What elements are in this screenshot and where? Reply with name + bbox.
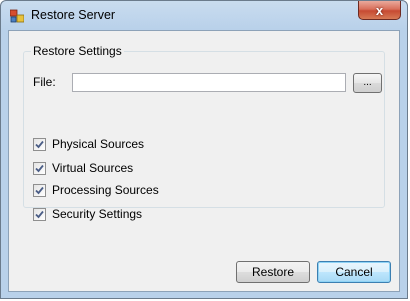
dialog-client-area: Restore Settings File: ... Physical Sour… [8,30,400,292]
processing-sources-label: Processing Sources [52,183,159,197]
security-settings-checkbox[interactable] [33,207,46,221]
browse-button[interactable]: ... [353,73,382,93]
close-icon: x [375,2,384,18]
checkmark-icon [35,140,44,148]
server-app-icon [9,9,25,23]
restore-server-window: Restore Server x Restore Settings File: … [0,0,408,299]
group-legend: Restore Settings [31,44,124,58]
virtual-sources-checkbox[interactable] [33,161,46,175]
restore-settings-group: Restore Settings File: ... Physical Sour… [23,44,385,221]
window-title: Restore Server [31,8,116,22]
security-settings-option[interactable]: Security Settings [33,206,142,222]
virtual-sources-label: Virtual Sources [52,161,134,175]
physical-sources-label: Physical Sources [52,137,145,151]
checkmark-icon [35,210,44,218]
security-settings-label: Security Settings [52,207,143,221]
file-label: File: [33,75,56,89]
close-button[interactable]: x [358,1,401,20]
checkmark-icon [35,164,44,172]
physical-sources-option[interactable]: Physical Sources [33,136,144,152]
physical-sources-checkbox[interactable] [33,137,46,151]
file-path-input[interactable] [72,73,346,92]
checkmark-icon [35,186,44,194]
virtual-sources-option[interactable]: Virtual Sources [33,160,133,176]
title-bar[interactable]: Restore Server x [1,1,407,31]
processing-sources-option[interactable]: Processing Sources [33,182,159,198]
cancel-button[interactable]: Cancel [317,261,391,283]
processing-sources-checkbox[interactable] [33,183,46,197]
restore-button[interactable]: Restore [236,261,310,283]
